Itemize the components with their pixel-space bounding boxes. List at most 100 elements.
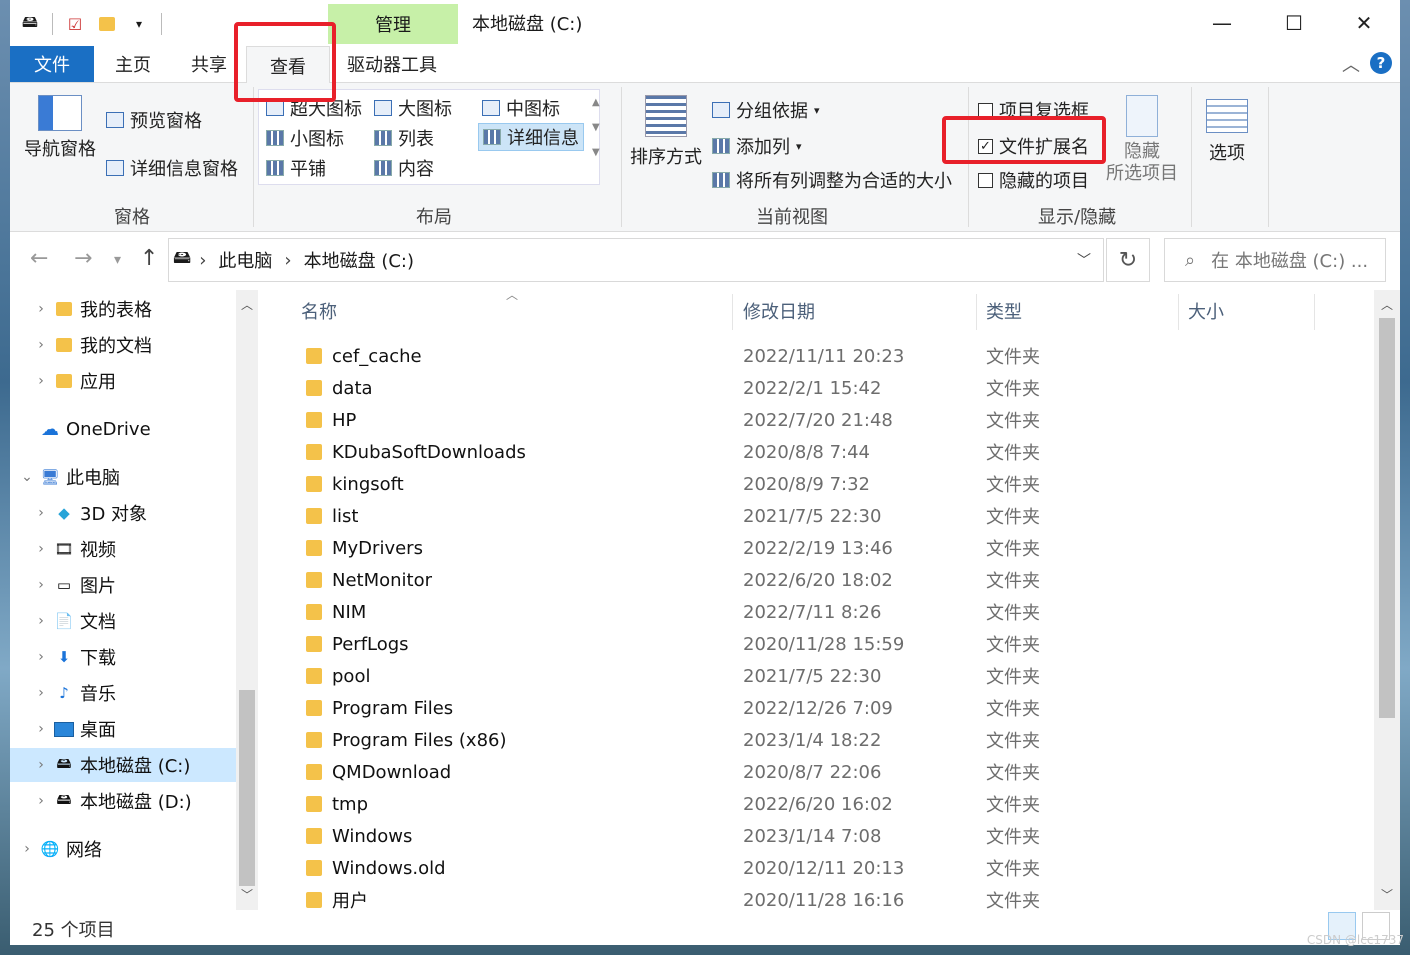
- chevron-right-icon[interactable]: ›: [34, 613, 48, 629]
- layout-tiles[interactable]: 平铺: [266, 155, 326, 181]
- address-dropdown-icon[interactable]: ﹀: [1077, 250, 1091, 270]
- tab-share[interactable]: 共享: [178, 46, 240, 82]
- table-row[interactable]: Windows.old 2020/12/11 20:13 文件夹: [274, 852, 1374, 884]
- file-scroll-thumb[interactable]: [1379, 318, 1395, 718]
- forward-arrow-icon[interactable]: →: [74, 246, 92, 271]
- details-pane-button[interactable]: 详细信息窗格: [106, 155, 238, 181]
- layout-details[interactable]: 详细信息: [478, 123, 584, 151]
- scroll-up-icon[interactable]: ▲: [592, 97, 600, 108]
- column-separator[interactable]: [1314, 294, 1315, 330]
- nav-item-my-documents[interactable]: › 我的文档: [10, 328, 236, 362]
- column-separator[interactable]: [976, 294, 977, 330]
- layout-content[interactable]: 内容: [374, 155, 434, 181]
- table-row[interactable]: Program Files 2022/12/26 7:09 文件夹: [274, 692, 1374, 724]
- table-row[interactable]: HP 2022/7/20 21:48 文件夹: [274, 404, 1374, 436]
- column-header-type[interactable]: 类型: [986, 290, 1022, 332]
- chevron-right-icon[interactable]: ›: [20, 841, 34, 857]
- chevron-right-icon[interactable]: ›: [34, 721, 48, 737]
- hide-selected-button[interactable]: 隐藏 所选项目: [1106, 95, 1178, 185]
- nav-item-documents[interactable]: › 📄 文档: [10, 604, 236, 638]
- recent-dropdown-icon[interactable]: ▾: [114, 252, 121, 268]
- nav-item-my-sheets[interactable]: › 我的表格: [10, 292, 236, 326]
- file-list-scrollbar[interactable]: ︿ ﹀: [1374, 290, 1400, 910]
- scroll-down-icon[interactable]: ▼: [592, 122, 600, 133]
- preview-pane-button[interactable]: 预览窗格: [106, 107, 202, 133]
- nav-item-desktop[interactable]: › 桌面: [10, 712, 236, 746]
- nav-item-pictures[interactable]: › ▭ 图片: [10, 568, 236, 602]
- chevron-right-icon[interactable]: ›: [34, 685, 48, 701]
- layout-list[interactable]: 列表: [374, 125, 434, 151]
- search-box[interactable]: ⌕ 在 本地磁盘 (C:) ...: [1164, 238, 1386, 282]
- breadcrumb-separator-icon[interactable]: ›: [199, 250, 206, 271]
- hidden-items-toggle[interactable]: 隐藏的项目: [978, 167, 1089, 193]
- nav-item-local-disk-d[interactable]: › 🖴 本地磁盘 (D:): [10, 784, 236, 818]
- table-row[interactable]: pool 2021/7/5 22:30 文件夹: [274, 660, 1374, 692]
- table-row[interactable]: tmp 2022/6/20 16:02 文件夹: [274, 788, 1374, 820]
- properties-icon[interactable]: ☑: [65, 14, 85, 34]
- hidden-items-checkbox[interactable]: [978, 172, 993, 188]
- chevron-down-icon[interactable]: ⌄: [20, 469, 34, 485]
- column-separator[interactable]: [1178, 294, 1179, 330]
- chevron-right-icon[interactable]: ›: [34, 649, 48, 665]
- chevron-right-icon[interactable]: ›: [34, 301, 48, 317]
- tab-file[interactable]: 文件: [10, 46, 94, 82]
- scroll-up-icon[interactable]: ︿: [241, 296, 253, 313]
- nav-pane-button[interactable]: 导航窗格: [24, 95, 96, 161]
- column-separator[interactable]: [732, 294, 733, 330]
- table-row[interactable]: Program Files (x86) 2023/1/4 18:22 文件夹: [274, 724, 1374, 756]
- options-button[interactable]: 选项: [1206, 99, 1248, 165]
- nav-scroll-thumb[interactable]: [239, 690, 255, 886]
- scroll-down-icon[interactable]: ﹀: [1381, 886, 1393, 903]
- tab-drive-tools[interactable]: 驱动器工具: [332, 46, 452, 82]
- table-row[interactable]: KDubaSoftDownloads 2020/8/8 7:44 文件夹: [274, 436, 1374, 468]
- table-row[interactable]: NIM 2022/7/11 8:26 文件夹: [274, 596, 1374, 628]
- maximize-button[interactable]: ☐: [1264, 6, 1324, 40]
- layout-medium-icons[interactable]: 中图标: [482, 95, 560, 121]
- chevron-right-icon[interactable]: ›: [34, 757, 48, 773]
- breadcrumb-local-disk[interactable]: 本地磁盘 (C:): [304, 247, 414, 273]
- refresh-icon[interactable]: ↻: [1106, 238, 1150, 282]
- scroll-up-icon[interactable]: ︿: [1381, 296, 1393, 313]
- minimize-button[interactable]: —: [1192, 6, 1252, 40]
- qat-dropdown-icon[interactable]: ▾: [129, 14, 149, 34]
- nav-item-downloads[interactable]: › ⬇ 下载: [10, 640, 236, 674]
- chevron-right-icon[interactable]: ›: [34, 541, 48, 557]
- scroll-down-icon[interactable]: ﹀: [241, 886, 253, 903]
- nav-item-videos[interactable]: › 🎞 视频: [10, 532, 236, 566]
- group-by-button[interactable]: 分组依据 ▾: [712, 97, 820, 123]
- new-folder-icon[interactable]: [97, 14, 117, 34]
- column-header-date[interactable]: 修改日期: [743, 290, 815, 332]
- nav-item-local-disk-c[interactable]: › 🖴 本地磁盘 (C:): [10, 748, 236, 782]
- nav-item-3d-objects[interactable]: › ◆ 3D 对象: [10, 496, 236, 530]
- table-row[interactable]: Windows 2023/1/14 7:08 文件夹: [274, 820, 1374, 852]
- table-row[interactable]: data 2022/2/1 15:42 文件夹: [274, 372, 1374, 404]
- nav-pane-scrollbar[interactable]: ︿ ﹀: [236, 290, 258, 910]
- column-header-name[interactable]: 名称: [301, 290, 337, 332]
- chevron-right-icon[interactable]: ›: [34, 337, 48, 353]
- breadcrumb-separator-icon[interactable]: ›: [284, 250, 291, 271]
- help-icon[interactable]: ?: [1370, 52, 1392, 74]
- layout-small-icons[interactable]: 小图标: [266, 125, 344, 151]
- collapse-ribbon-icon[interactable]: ︿: [1342, 51, 1360, 77]
- table-row[interactable]: MyDrivers 2022/2/19 13:46 文件夹: [274, 532, 1374, 564]
- tab-home[interactable]: 主页: [102, 46, 164, 82]
- chevron-right-icon[interactable]: ›: [34, 373, 48, 389]
- fit-columns-button[interactable]: 将所有列调整为合适的大小: [712, 167, 952, 193]
- layout-large-icons[interactable]: 大图标: [374, 95, 452, 121]
- close-button[interactable]: ✕: [1334, 6, 1394, 40]
- chevron-right-icon[interactable]: ›: [34, 577, 48, 593]
- chevron-right-icon[interactable]: ›: [34, 505, 48, 521]
- up-arrow-icon[interactable]: ↑: [140, 246, 158, 271]
- gallery-more-icon[interactable]: ▼: [592, 147, 600, 158]
- table-row[interactable]: NetMonitor 2022/6/20 18:02 文件夹: [274, 564, 1374, 596]
- sort-by-button[interactable]: 排序方式: [630, 95, 702, 169]
- nav-item-onedrive[interactable]: ☁ OneDrive: [10, 412, 236, 446]
- table-row[interactable]: list 2021/7/5 22:30 文件夹: [274, 500, 1374, 532]
- nav-item-apps[interactable]: › 应用: [10, 364, 236, 398]
- chevron-right-icon[interactable]: ›: [34, 793, 48, 809]
- nav-item-this-pc[interactable]: ⌄ 🖥 此电脑: [10, 460, 236, 494]
- breadcrumb-this-pc[interactable]: 此电脑: [218, 247, 272, 273]
- table-row[interactable]: PerfLogs 2020/11/28 15:59 文件夹: [274, 628, 1374, 660]
- nav-item-music[interactable]: › ♪ 音乐: [10, 676, 236, 710]
- back-arrow-icon[interactable]: ←: [30, 246, 48, 271]
